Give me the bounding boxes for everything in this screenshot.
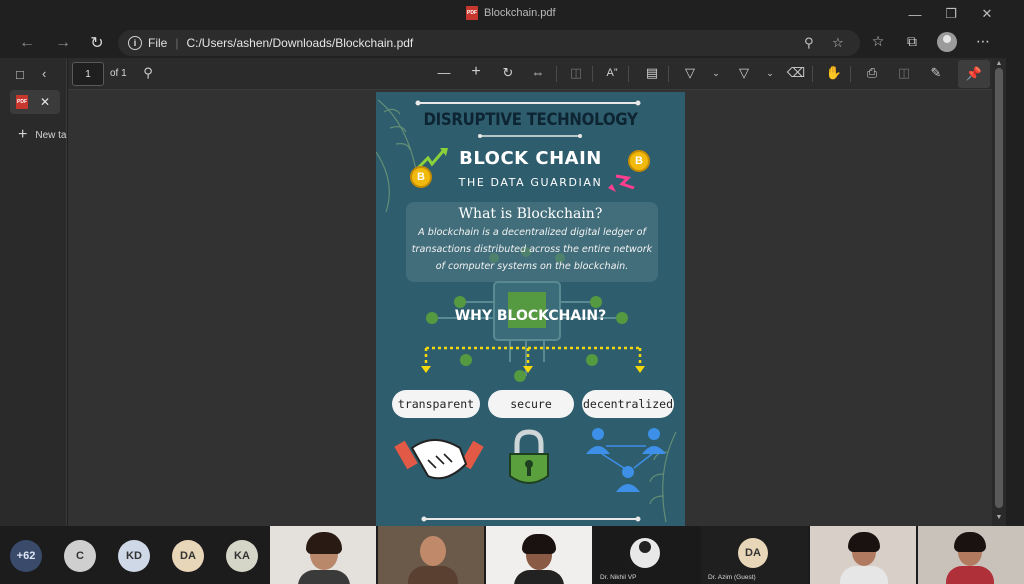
zoom-out-icon[interactable]: — <box>434 65 454 80</box>
participant-video-tile[interactable] <box>270 526 376 584</box>
save-icon[interactable]: ◫ <box>894 65 914 81</box>
scheme-label: File <box>148 36 168 50</box>
more-options-icon[interactable]: ⋯ <box>973 33 993 50</box>
why-title: WHY BLOCKCHAIN? <box>454 308 607 324</box>
participant-bubble[interactable]: DA <box>172 540 204 572</box>
navigation-bar: ← → ↻ i File | C:/Users/ashen/Downloads/… <box>0 28 1024 58</box>
zoom-in-icon[interactable]: + <box>466 63 486 81</box>
padlock-icon <box>509 429 549 484</box>
scroll-up-icon[interactable]: ▲ <box>994 60 1004 67</box>
what-is-description: A blockchain is a decentralized digital … <box>411 227 653 272</box>
participant-initials: KD <box>126 550 142 562</box>
close-window-button[interactable]: ✕ <box>972 4 1002 24</box>
address-separator: | <box>175 36 179 50</box>
pill-transparent: transparent <box>392 390 480 418</box>
eraser-icon[interactable]: ⌫ <box>786 65 806 81</box>
participant-video-tile[interactable] <box>918 526 1024 584</box>
add-text-icon[interactable]: ▤ <box>642 65 662 81</box>
participant-bubble: DA <box>738 538 768 568</box>
handshake-icon <box>394 439 484 480</box>
info-icon[interactable]: i <box>128 36 142 50</box>
pdf-tab-icon: PDF <box>16 95 28 109</box>
meeting-participants-bar: +62 C KD DA KA Dr. Nikhil VP DA Dr. Azim… <box>0 526 1024 584</box>
refresh-button[interactable]: ↻ <box>84 31 110 55</box>
add-favorite-icon[interactable]: ☆ <box>832 35 844 51</box>
close-tab-icon[interactable]: ✕ <box>40 95 50 109</box>
favorites-icon[interactable]: ☆ <box>868 33 888 50</box>
tab-actions-icon[interactable]: □ <box>16 67 24 82</box>
scroll-thumb[interactable] <box>995 68 1003 508</box>
participant-video-tile[interactable]: Dr. Nikhil VP <box>594 526 700 584</box>
zoom-icon[interactable]: ⚲ <box>804 35 814 51</box>
pdf-file-icon: PDF <box>466 6 478 20</box>
participant-initials: KA <box>234 550 250 562</box>
window-title: PDF Blockchain.pdf <box>466 6 556 20</box>
participant-video-tile[interactable] <box>486 526 592 584</box>
tab-blockchain-pdf[interactable]: PDF ✕ <box>10 90 60 114</box>
participant-bubble[interactable]: KD <box>118 540 150 572</box>
vertical-scrollbar[interactable]: ▲ ▼ <box>992 58 1006 526</box>
forward-button[interactable]: → <box>50 31 76 55</box>
participant-name: Dr. Nikhil VP <box>600 574 637 581</box>
highlight-icon[interactable]: ▽ <box>734 65 754 81</box>
touch-icon[interactable]: ✋ <box>824 65 844 81</box>
participant-bubble[interactable]: +62 <box>10 540 42 572</box>
bitcoin-coin-icon: B <box>628 150 650 172</box>
pill-decentralized: decentralized <box>582 390 674 418</box>
new-tab-label: New ta <box>35 129 67 141</box>
what-is-title: What is Blockchain? <box>458 206 603 222</box>
page-view-icon[interactable]: ◫ <box>566 65 586 81</box>
participant-initials: C <box>76 550 84 562</box>
maximize-button[interactable]: ❐ <box>936 4 966 24</box>
participant-video-tile[interactable]: DA Dr. Azim (Guest) <box>702 526 808 584</box>
new-tab-button[interactable]: + New ta <box>18 126 66 144</box>
pdf-toolbar: 1 of 1 ⚲ — + ↻ ⇔ ◫ A” ▤ ▽ ⌄ ▽ ⌄ ⌫ ✋ ⎙ ◫ … <box>68 58 992 90</box>
vertical-tabs-sidebar: □ ‹ PDF ✕ + New ta <box>0 58 67 526</box>
profile-avatar[interactable] <box>937 32 957 52</box>
title-bar: PDF Blockchain.pdf — ❐ ✕ <box>0 0 1024 28</box>
collections-icon[interactable]: ⧉ <box>902 33 922 50</box>
pdf-page: DISRUPTIVE TECHNOLOGY BLOCK CHAIN THE DA… <box>376 92 685 526</box>
participant-video-tile[interactable] <box>378 526 484 584</box>
minimize-button[interactable]: — <box>900 4 930 24</box>
participant-bubble[interactable]: C <box>64 540 96 572</box>
print-icon[interactable]: ⎙ <box>862 65 882 81</box>
bitcoin-coin-icon: B <box>410 166 432 188</box>
highlight-options-chevron-icon[interactable]: ⌄ <box>760 68 780 79</box>
participant-video-tile[interactable] <box>810 526 916 584</box>
participant-initials: DA <box>745 547 761 559</box>
page-number-input[interactable]: 1 <box>72 62 104 86</box>
draw-options-chevron-icon[interactable]: ⌄ <box>706 68 726 79</box>
rotate-icon[interactable]: ↻ <box>498 65 518 81</box>
pin-icon: 📌 <box>965 66 983 81</box>
window-title-text: Blockchain.pdf <box>484 7 556 19</box>
draw-icon[interactable]: ▽ <box>680 65 700 81</box>
pin-toolbar-button[interactable]: 📌 <box>958 60 990 88</box>
pill-secure: secure <box>488 390 574 418</box>
participant-initials: DA <box>180 550 196 562</box>
collapse-pane-icon[interactable]: ‹ <box>42 66 46 81</box>
save-as-icon[interactable]: ✎ <box>926 65 946 81</box>
participant-name: Dr. Azim (Guest) <box>708 574 756 581</box>
url-text[interactable]: C:/Users/ashen/Downloads/Blockchain.pdf <box>186 36 413 50</box>
find-icon[interactable]: ⚲ <box>138 65 158 81</box>
read-aloud-icon[interactable]: A” <box>602 67 622 79</box>
back-button[interactable]: ← <box>14 31 40 55</box>
poster-heading: DISRUPTIVE TECHNOLOGY <box>423 108 638 130</box>
plus-icon: + <box>18 126 28 143</box>
scroll-down-icon[interactable]: ▼ <box>994 514 1004 521</box>
page-total: of 1 <box>110 68 127 79</box>
participant-initials: +62 <box>16 550 36 562</box>
participant-bubble[interactable]: KA <box>226 540 258 572</box>
address-bar[interactable]: i File | C:/Users/ashen/Downloads/Blockc… <box>118 30 860 56</box>
fit-page-icon[interactable]: ⇔ <box>528 65 548 80</box>
